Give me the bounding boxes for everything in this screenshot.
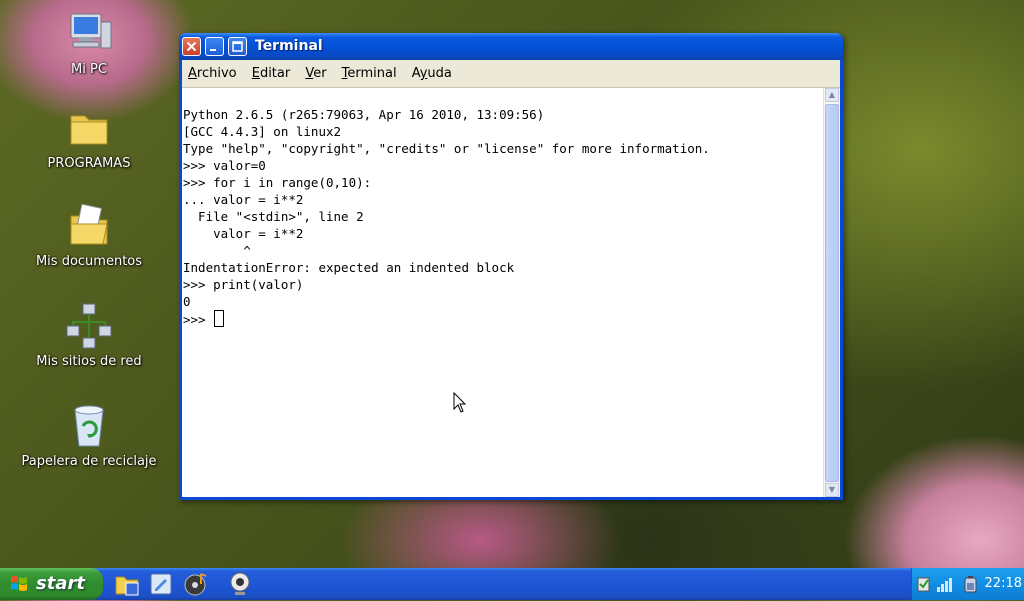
menu-label-prefix: A xyxy=(411,66,420,81)
desktop-icon-mi-pc[interactable]: Mi PC xyxy=(14,10,164,77)
menu-ver[interactable]: Ver xyxy=(299,60,330,81)
desktop-icon-mis-sitios-de-red[interactable]: Mis sitios de red xyxy=(14,302,164,369)
menu-label: rchivo xyxy=(196,66,237,81)
terminal-line: ^ xyxy=(183,243,251,258)
folder-icon xyxy=(65,104,113,152)
prompt: >>> xyxy=(183,312,214,327)
terminal-line: >>> valor=0 xyxy=(183,158,266,173)
minimize-button[interactable] xyxy=(205,37,224,56)
network-icon xyxy=(65,302,113,350)
title-bar[interactable]: Terminal xyxy=(179,33,843,60)
scroll-up-button[interactable]: ▲ xyxy=(825,88,839,102)
maximize-icon xyxy=(232,41,243,52)
menu-editar[interactable]: Editar xyxy=(246,60,295,81)
mouse-pointer-icon xyxy=(453,392,467,413)
battery-icon[interactable] xyxy=(961,575,979,593)
clock[interactable]: 22:18 xyxy=(985,576,1022,591)
desktop-icon-programas[interactable]: PROGRAMAS xyxy=(14,104,164,171)
menu-label: erminal xyxy=(347,66,397,81)
documents-folder-icon xyxy=(65,202,113,250)
music-player-icon xyxy=(184,573,207,596)
desktop-icon-label: Mis documentos xyxy=(35,254,143,269)
desktop-icon-label: Mi PC xyxy=(71,62,107,77)
terminal-output: Python 2.6.5 (r265:79063, Apr 16 2010, 1… xyxy=(183,89,710,328)
desktop-icon-label: Mis sitios de red xyxy=(36,354,142,369)
scroll-thumb[interactable] xyxy=(825,104,839,482)
file-manager-icon xyxy=(115,576,139,596)
quicklaunch-file-manager[interactable] xyxy=(114,571,140,597)
text-cursor xyxy=(214,310,225,327)
menu-label: er xyxy=(313,66,327,81)
terminal-line: valor = i**2 xyxy=(183,226,304,241)
quicklaunch-media-player[interactable] xyxy=(183,571,209,597)
menu-accel: E xyxy=(251,66,260,81)
recycle-bin-icon xyxy=(65,402,113,450)
taskbar: start 22:18 xyxy=(0,568,1024,600)
desktop-icon-mis-documentos[interactable]: Mis documentos xyxy=(14,202,164,269)
menu-label: uda xyxy=(427,66,452,81)
webcam-icon xyxy=(230,572,250,595)
terminal-window[interactable]: Terminal Archivo Editar Ver Terminal Ayu… xyxy=(179,33,843,500)
text-editor-icon xyxy=(150,573,172,595)
minimize-icon xyxy=(210,49,216,51)
menu-ayuda[interactable]: Ayuda xyxy=(406,60,456,81)
terminal-line: Type "help", "copyright", "credits" or "… xyxy=(183,141,710,156)
desktop-icon-label: PROGRAMAS xyxy=(47,156,131,171)
prompt-line[interactable]: >>> xyxy=(183,310,710,328)
close-button[interactable] xyxy=(182,37,201,56)
terminal-line: IndentationError: expected an indented b… xyxy=(183,260,515,275)
menu-terminal[interactable]: Terminal xyxy=(336,60,401,81)
menu-archivo[interactable]: Archivo xyxy=(182,60,241,81)
close-icon xyxy=(186,41,197,52)
terminal-line: Python 2.6.5 (r265:79063, Apr 16 2010, 1… xyxy=(183,107,545,122)
terminal-line: >>> for i in range(0,10): xyxy=(183,175,372,190)
menu-bar: Archivo Editar Ver Terminal Ayuda xyxy=(182,60,840,88)
windows-logo-icon xyxy=(11,576,27,591)
maximize-button[interactable] xyxy=(228,37,247,56)
start-label: start xyxy=(36,573,85,594)
terminal-area[interactable]: Python 2.6.5 (r265:79063, Apr 16 2010, 1… xyxy=(182,88,840,497)
terminal-line: File "<stdin>", line 2 xyxy=(183,209,364,224)
terminal-line: 0 xyxy=(183,294,191,309)
menu-accel: A xyxy=(188,66,197,81)
terminal-line: >>> print(valor) xyxy=(183,277,304,292)
quicklaunch-editor[interactable] xyxy=(148,571,174,597)
desktop-icon-label: Papelera de reciclaje xyxy=(21,454,157,469)
quicklaunch-webcam[interactable] xyxy=(227,571,253,597)
desktop-icon-papelera[interactable]: Papelera de reciclaje xyxy=(14,402,164,469)
terminal-line: [GCC 4.4.3] on linux2 xyxy=(183,124,342,139)
scroll-down-button[interactable]: ▼ xyxy=(825,483,839,497)
signal-strength-icon[interactable] xyxy=(935,575,953,593)
system-tray: 22:18 xyxy=(911,568,1024,600)
notification-icon[interactable] xyxy=(915,575,933,593)
window-title: Terminal xyxy=(255,38,323,54)
vertical-scrollbar[interactable]: ▲ ▼ xyxy=(823,88,840,497)
start-button[interactable]: start xyxy=(0,568,103,600)
computer-icon xyxy=(65,10,113,58)
menu-label: ditar xyxy=(259,66,291,81)
terminal-line: ... valor = i**2 xyxy=(183,192,304,207)
